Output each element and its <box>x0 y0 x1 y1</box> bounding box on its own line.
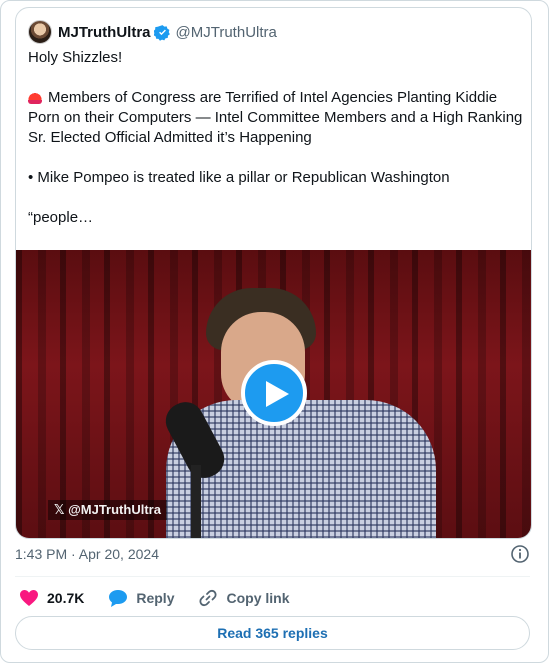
avatar[interactable] <box>28 20 52 44</box>
tweet-timestamp[interactable]: 1:43 PM · Apr 20, 2024 <box>15 546 159 562</box>
tweet-text: Holy Shizzles! Members of Congress are T… <box>28 48 523 228</box>
tweet-line-4: “people… <box>28 209 94 226</box>
tweet-line-1: Holy Shizzles! <box>28 49 123 66</box>
tweet-card: MJTruthUltra @MJTruthUltra Holy Shizzles… <box>0 0 549 663</box>
author-display-name[interactable]: MJTruthUltra <box>58 24 151 41</box>
siren-icon <box>28 90 42 104</box>
reply-bubble-icon <box>109 590 128 607</box>
tweet-embed[interactable]: MJTruthUltra @MJTruthUltra Holy Shizzles… <box>15 7 532 539</box>
copy-link-label: Copy link <box>226 590 290 606</box>
reply-label: Reply <box>136 590 175 606</box>
divider <box>15 576 530 577</box>
tweet-line-2: Members of Congress are Terrified of Int… <box>28 88 523 148</box>
video-player[interactable]: 𝕏 @MJTruthUltra <box>16 250 531 538</box>
play-icon <box>266 381 289 407</box>
tweet-line-2-text: Members of Congress are Terrified of Int… <box>28 89 523 146</box>
author-handle[interactable]: @MJTruthUltra <box>176 24 277 41</box>
read-replies-button[interactable]: Read 365 replies <box>15 616 530 650</box>
action-bar: 20.7K Reply Copy link <box>19 587 314 609</box>
link-icon <box>199 589 218 607</box>
verified-badge-icon <box>153 24 170 41</box>
author-row: MJTruthUltra @MJTruthUltra <box>28 20 277 44</box>
like-count: 20.7K <box>47 590 85 606</box>
video-watermark: 𝕏 @MJTruthUltra <box>48 500 167 520</box>
copy-link-button[interactable]: Copy link <box>198 588 290 608</box>
tweet-line-3: • Mike Pompeo is treated like a pillar o… <box>28 169 450 186</box>
heart-icon <box>20 590 38 606</box>
reply-button[interactable]: Reply <box>108 589 174 607</box>
play-button[interactable] <box>241 360 307 426</box>
microphone-arm <box>191 465 201 538</box>
info-icon[interactable] <box>510 544 530 564</box>
like-button[interactable]: 20.7K <box>19 589 84 607</box>
